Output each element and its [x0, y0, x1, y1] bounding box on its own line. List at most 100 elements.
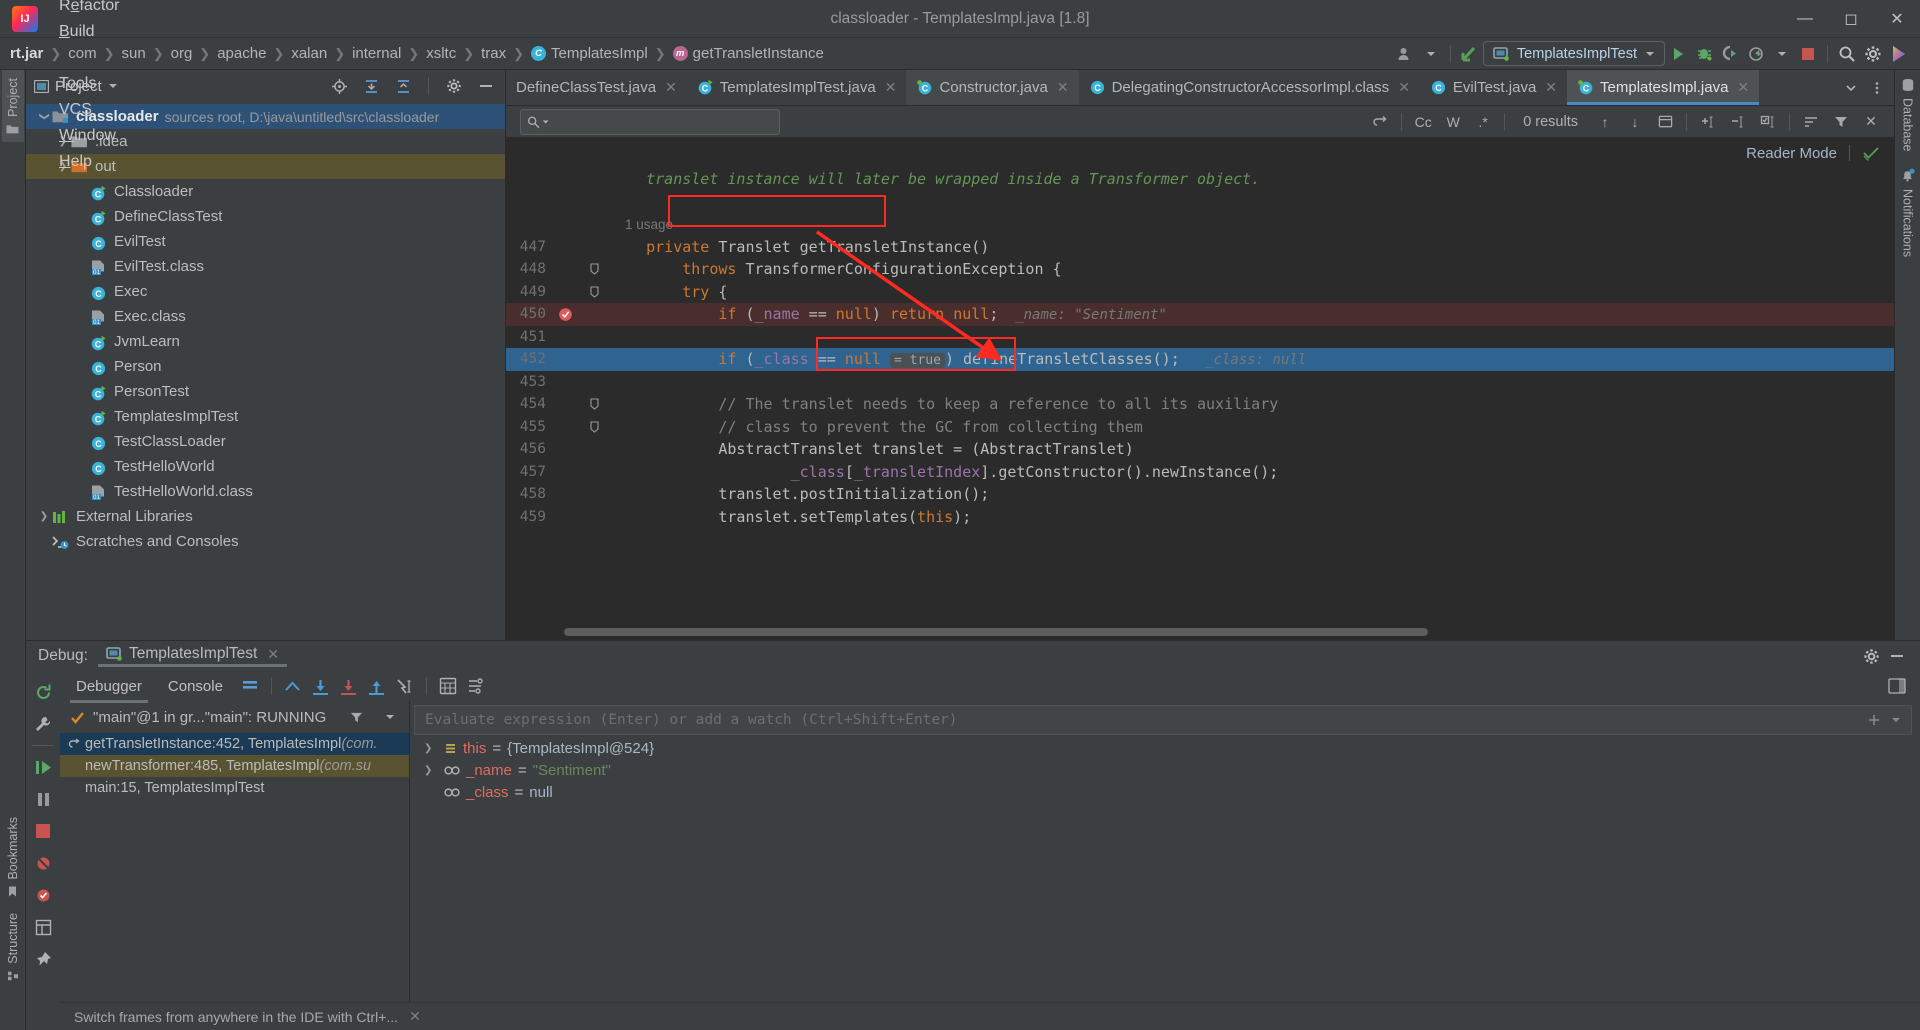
variable-row[interactable]: _class = null [410, 781, 1920, 803]
tree-node[interactable]: C Exec [26, 279, 505, 304]
breakpoint-icon[interactable] [558, 307, 590, 322]
code-viewport[interactable]: Reader Mode translet instance will later… [506, 138, 1894, 640]
stop-icon[interactable] [28, 816, 58, 846]
chevron-down-icon[interactable] [1769, 41, 1795, 67]
tree-node[interactable]: C DefineClassTest [26, 204, 505, 229]
mute-breakpoints-icon[interactable] [28, 848, 58, 878]
code-line[interactable]: 447 private Translet getTransletInstance… [506, 236, 1894, 259]
expand-all-icon[interactable] [358, 73, 384, 99]
chevron-right-icon[interactable]: ❯ [36, 511, 52, 522]
ai-assistant-icon[interactable] [1886, 41, 1912, 67]
chevron-down-icon[interactable] [1838, 75, 1864, 101]
code-line[interactable]: 454 // The translet needs to keep a refe… [506, 393, 1894, 416]
search-input[interactable] [520, 108, 780, 135]
step-out-icon[interactable] [364, 673, 390, 699]
open-in-find-window-icon[interactable] [1650, 109, 1680, 135]
variable-row[interactable]: ❯ _name = "Sentiment" [410, 759, 1920, 781]
rerun-icon[interactable] [28, 677, 58, 707]
run-coverage-icon[interactable] [1717, 41, 1743, 67]
code-line[interactable]: 451 [506, 326, 1894, 349]
tree-node[interactable]: C JvmLearn [26, 329, 505, 354]
tree-node[interactable]: C TestHelloWorld [26, 454, 505, 479]
debug-tool-window[interactable]: Debug: TemplatesImplTest ✕ Debugger Cons… [26, 640, 1920, 1030]
view-breakpoints-icon[interactable] [28, 880, 58, 910]
breadcrumb-item[interactable]: org [171, 45, 193, 62]
left-tool-window-strip[interactable]: Project Bookmarks Structure [0, 70, 26, 1030]
window-controls[interactable]: — ◻ ✕ [1782, 0, 1920, 38]
code-line[interactable]: 455 // class to prevent the GC from coll… [506, 416, 1894, 439]
tree-node[interactable]: C EvilTest [26, 229, 505, 254]
breadcrumb-item[interactable]: com [68, 45, 96, 62]
close-icon[interactable]: ✕ [1398, 79, 1410, 96]
navbar-right-toolbar[interactable]: TemplatesImplTest [1392, 38, 1920, 69]
variables-list[interactable]: ❯ this = {TemplatesImpl@524} ❯ _name = "Sen… [410, 737, 1920, 803]
tree-node[interactable]: C PersonTest [26, 379, 505, 404]
debugger-toolbar[interactable]: Debugger Console [60, 671, 1920, 703]
close-find-bar-icon[interactable]: ✕ [1856, 109, 1886, 135]
menu-item-window[interactable]: Window [48, 123, 133, 149]
run-to-cursor-icon[interactable] [392, 673, 418, 699]
code-line[interactable]: 457 _class[_transletIndex].getConstructo… [506, 461, 1894, 484]
breadcrumb-item[interactable]: apache [217, 45, 266, 62]
settings-gear-icon[interactable] [441, 73, 467, 99]
menu-item-refactor[interactable]: Refactor [48, 0, 133, 19]
code-fold-icon[interactable] [590, 262, 610, 276]
editor-tab[interactable]: C EvilTest.java ✕ [1420, 70, 1567, 105]
code-fold-icon[interactable] [590, 285, 610, 299]
remove-selection-icon[interactable] [1723, 109, 1753, 135]
add-selection-icon[interactable] [1693, 109, 1723, 135]
filter-icon[interactable] [343, 704, 369, 730]
right-tool-window-strip[interactable]: Database Notifications [1894, 70, 1920, 640]
code-line[interactable]: 452 if (_class == null = true) defineTra… [506, 348, 1894, 371]
chevron-down-icon[interactable]: ❯ [39, 109, 50, 125]
sidebar-item-notifications[interactable]: Notifications [1896, 160, 1919, 265]
code-line[interactable]: 458 translet.postInitialization(); [506, 483, 1894, 506]
frames-icon[interactable] [237, 673, 263, 699]
editor-tab[interactable]: C DelegatingConstructorAccessorImpl.class… [1079, 70, 1420, 105]
editor-tab[interactable]: C Constructor.java ✕ [906, 70, 1079, 105]
more-vertical-icon[interactable] [1864, 75, 1890, 101]
reset-icon[interactable] [1365, 109, 1395, 135]
frame-row[interactable]: getTransletInstance:452, TemplatesImpl (… [60, 733, 409, 755]
thread-selector[interactable]: "main"@1 in gr..."main": RUNNING [60, 701, 409, 733]
filter-icon[interactable] [1826, 109, 1856, 135]
breadcrumb-item[interactable]: xalan [291, 45, 327, 62]
frame-row[interactable]: main:15, TemplatesImplTest [60, 777, 409, 799]
sidebar-item-structure[interactable]: Structure [2, 905, 24, 990]
close-icon[interactable]: ✕ [1545, 79, 1557, 96]
menu-item-tools[interactable]: Tools [48, 71, 133, 97]
evaluate-expression-input[interactable]: Evaluate expression (Enter) or add a wat… [414, 705, 1912, 735]
editor-tab[interactable]: C TemplatesImpl.java ✕ [1567, 70, 1760, 105]
tab-console[interactable]: Console [156, 674, 235, 699]
menu-bar[interactable]: FileEditViewNavigateCodeRefactorBuildRun… [48, 0, 133, 175]
match-case-toggle[interactable]: Cc [1408, 109, 1438, 135]
tree-node[interactable]: C Classloader [26, 179, 505, 204]
pause-icon[interactable] [28, 784, 58, 814]
project-tree[interactable]: ❯ classloader sources root, D:\java\untitl… [26, 102, 505, 640]
breadcrumb[interactable]: rt.jar ❯ com ❯ sun ❯ org ❯ apache ❯ xalan ❯ internal… [10, 45, 824, 62]
user-avatar-icon[interactable] [1392, 41, 1418, 67]
debug-icon[interactable] [1691, 41, 1717, 67]
menu-item-help[interactable]: Help [48, 149, 133, 175]
close-icon[interactable]: ✕ [1737, 79, 1749, 96]
code-line[interactable] [506, 191, 1894, 214]
code-line[interactable]: 450 if (_name == null) return null; _nam… [506, 303, 1894, 326]
breadcrumb-item[interactable]: sun [122, 45, 146, 62]
run-icon[interactable] [1665, 41, 1691, 67]
restore-layout-icon[interactable] [1884, 673, 1910, 699]
sort-icon[interactable] [1796, 109, 1826, 135]
debug-session-tab[interactable]: TemplatesImplTest ✕ [97, 645, 288, 667]
stop-icon[interactable] [1795, 41, 1821, 67]
tree-node[interactable]: 01 TestHelloWorld.class [26, 479, 505, 504]
editor-tab[interactable]: C TemplatesImplTest.java ✕ [687, 70, 907, 105]
tree-node[interactable]: 01 Exec.class [26, 304, 505, 329]
evaluate-expression-icon[interactable] [435, 673, 461, 699]
close-icon[interactable]: ✕ [665, 79, 677, 96]
close-icon[interactable]: ✕ [885, 79, 897, 96]
find-bar[interactable]: Cc W .* 0 results ↑ ↓ ✕ [506, 106, 1894, 138]
code-line[interactable]: translet instance will later be wrapped … [506, 168, 1894, 191]
breadcrumb-item[interactable]: m getTransletInstance [672, 45, 824, 62]
breadcrumb-item[interactable]: trax [481, 45, 506, 62]
hide-icon[interactable] [1884, 643, 1910, 669]
frame-row[interactable]: newTransformer:485, TemplatesImpl (com.s… [60, 755, 409, 777]
